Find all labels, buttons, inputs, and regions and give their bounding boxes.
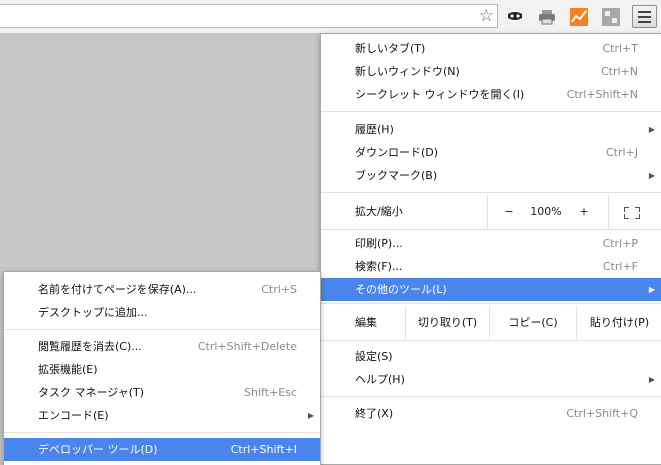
copy-button[interactable]: コピー(C) bbox=[490, 306, 576, 340]
submenu-arrow-icon: ▶ bbox=[648, 285, 655, 294]
menu-item-new-window[interactable]: 新しいウィンドウ(N) Ctrl+N bbox=[321, 60, 661, 83]
menu-item-help[interactable]: ヘルプ(H) ▶ bbox=[321, 368, 661, 391]
submenu-item-encoding[interactable]: エンコード(E) ▶ bbox=[4, 404, 320, 427]
zoom-out-button[interactable]: − bbox=[499, 195, 519, 229]
menu-separator bbox=[321, 303, 661, 304]
bookmark-star-icon[interactable]: ☆ bbox=[479, 7, 494, 25]
menu-item-new-tab[interactable]: 新しいタブ(T) Ctrl+T bbox=[321, 37, 661, 60]
more-tools-submenu: 名前を付けてページを保存(A)... Ctrl+S デスクトップに追加... 閲… bbox=[3, 271, 321, 465]
submenu-item-clear-data[interactable]: 閲覧履歴を消去(C)... Ctrl+Shift+Delete bbox=[4, 335, 320, 358]
menu-item-settings[interactable]: 設定(S) bbox=[321, 345, 661, 368]
menu-separator bbox=[4, 329, 320, 330]
submenu-arrow-icon: ▶ bbox=[648, 125, 655, 134]
fullscreen-icon[interactable] bbox=[624, 207, 640, 219]
menu-item-more-tools[interactable]: その他のツール(L) ▶ bbox=[321, 278, 661, 301]
menu-item-find[interactable]: 検索(F)... Ctrl+F bbox=[321, 255, 661, 278]
menu-separator bbox=[321, 340, 661, 341]
zoom-row: 拡大/縮小 − 100% + bbox=[321, 195, 661, 229]
submenu-arrow-icon: ▶ bbox=[648, 375, 655, 384]
edit-row: 編集 切り取り(T) コピー(C) 貼り付け(P) bbox=[321, 306, 661, 340]
menu-item-incognito[interactable]: シークレット ウィンドウを開く(I) Ctrl+Shift+N bbox=[321, 83, 661, 106]
paste-button[interactable]: 貼り付け(P) bbox=[577, 306, 661, 340]
submenu-item-task-manager[interactable]: タスク マネージャ(T) Shift+Esc bbox=[4, 381, 320, 404]
address-bar[interactable]: ☆ bbox=[0, 4, 498, 28]
menu-item-downloads[interactable]: ダウンロード(D) Ctrl+J bbox=[321, 141, 661, 164]
cut-button[interactable]: 切り取り(T) bbox=[406, 306, 489, 340]
analytics-chart-icon[interactable] bbox=[569, 7, 589, 27]
menu-separator bbox=[321, 396, 661, 397]
menu-item-exit[interactable]: 終了(X) Ctrl+Shift+Q bbox=[321, 402, 661, 425]
zoom-level: 100% bbox=[530, 205, 562, 218]
menu-separator bbox=[321, 229, 661, 230]
menu-item-print[interactable]: 印刷(P)... Ctrl+P bbox=[321, 232, 661, 255]
browser-toolbar: ☆ bbox=[0, 0, 661, 34]
menu-item-history[interactable]: 履歴(H) ▶ bbox=[321, 118, 661, 141]
menu-item-bookmarks[interactable]: ブックマーク(B) ▶ bbox=[321, 164, 661, 187]
puzzle-settings-icon[interactable] bbox=[601, 7, 621, 27]
chrome-menu-icon[interactable] bbox=[632, 5, 657, 28]
zoom-in-button[interactable]: + bbox=[574, 195, 594, 229]
submenu-item-developer-tools[interactable]: デベロッパー ツール(D) Ctrl+Shift+I bbox=[4, 438, 320, 461]
submenu-arrow-icon: ▶ bbox=[307, 411, 314, 420]
submenu-item-add-to-desktop[interactable]: デスクトップに追加... bbox=[4, 301, 320, 324]
submenu-arrow-icon: ▶ bbox=[648, 171, 655, 180]
incognito-mask-icon[interactable] bbox=[505, 7, 525, 27]
printer-icon[interactable] bbox=[537, 7, 557, 27]
menu-separator bbox=[321, 111, 661, 112]
menu-separator bbox=[321, 192, 661, 193]
submenu-item-save-page[interactable]: 名前を付けてページを保存(A)... Ctrl+S bbox=[4, 278, 320, 301]
chrome-main-menu: 新しいタブ(T) Ctrl+T 新しいウィンドウ(N) Ctrl+N シークレッ… bbox=[320, 33, 661, 465]
submenu-item-extensions[interactable]: 拡張機能(E) bbox=[4, 358, 320, 381]
menu-separator bbox=[4, 432, 320, 433]
